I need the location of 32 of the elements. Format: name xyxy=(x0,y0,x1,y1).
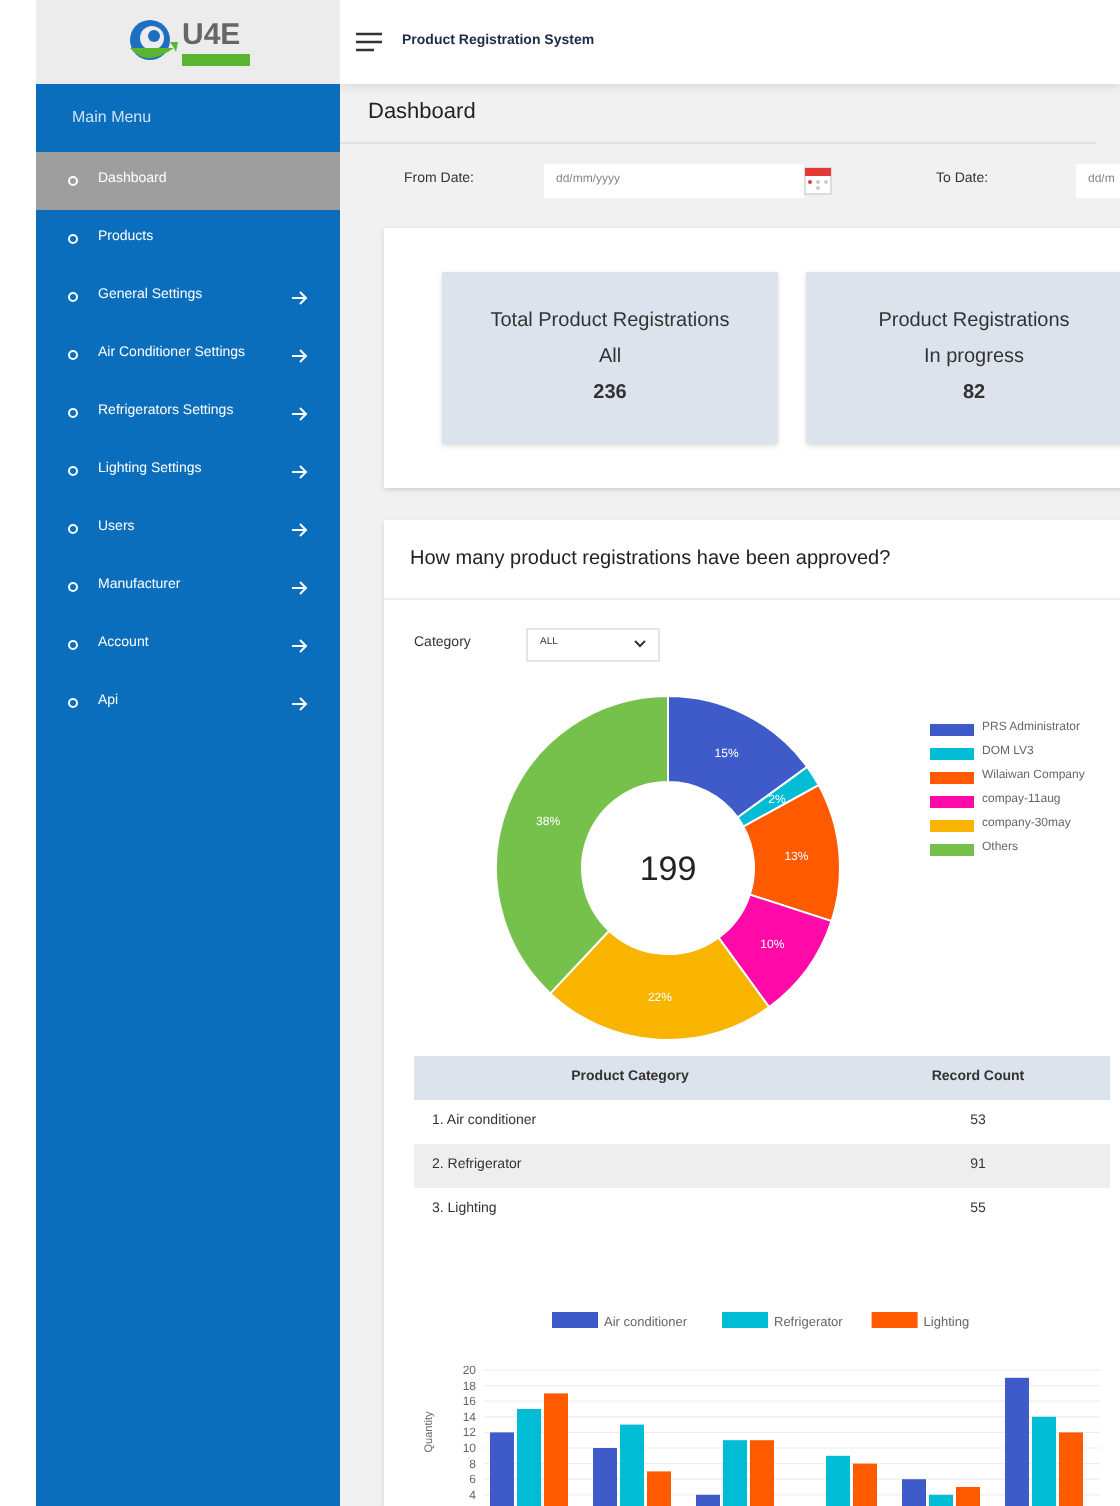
stat-title: Total Product Registrations xyxy=(490,308,730,336)
legend-swatch xyxy=(930,723,974,735)
bullet-icon xyxy=(68,640,78,650)
bullet-icon xyxy=(68,176,78,186)
bullet-icon xyxy=(68,408,78,418)
bullet-icon xyxy=(68,466,78,476)
bullet-icon xyxy=(68,234,78,244)
legend-swatch xyxy=(930,843,974,855)
bullet-icon xyxy=(68,350,78,360)
chevron-down-icon xyxy=(634,640,646,648)
stat-subtitle: All xyxy=(598,344,622,372)
calendar-icon[interactable] xyxy=(804,164,832,196)
card-title: How many product registrations have been approved? xyxy=(384,520,1120,600)
bullet-icon xyxy=(68,582,78,592)
page-title: Dashboard xyxy=(340,84,1096,144)
stat-subtitle: In progress xyxy=(923,344,1025,372)
bullet-icon xyxy=(68,524,78,534)
bullet-icon xyxy=(68,698,78,708)
menu-heading: Main Menu xyxy=(70,106,154,130)
menu-button[interactable] xyxy=(356,32,382,52)
legend-swatch xyxy=(930,795,974,807)
logo-bar-icon xyxy=(182,53,250,65)
logo-text: U4E xyxy=(182,19,243,49)
legend-swatch xyxy=(930,819,974,831)
stat-value: 236 xyxy=(593,380,627,408)
donut-total: 199 xyxy=(639,850,697,888)
bullet-icon xyxy=(68,292,78,302)
stat-value: 82 xyxy=(962,380,986,408)
legend-swatch xyxy=(930,771,974,783)
legend-swatch xyxy=(930,747,974,759)
stat-title: Product Registrations xyxy=(878,308,1070,336)
menu-icon xyxy=(356,32,382,52)
